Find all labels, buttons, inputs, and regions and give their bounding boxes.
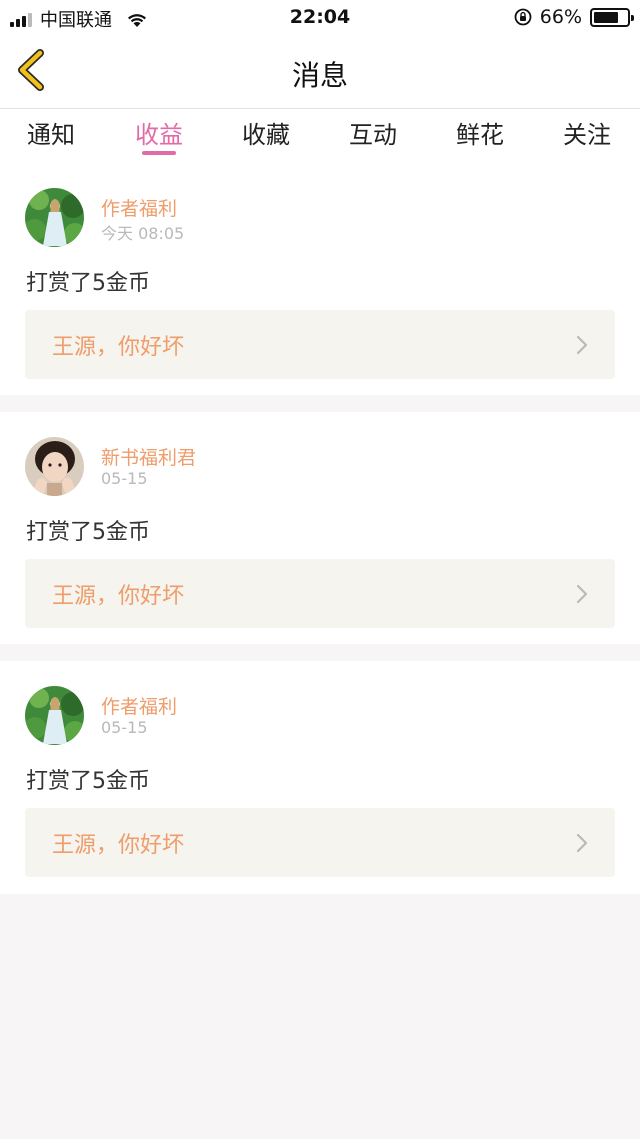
list-item: 新书福利君 05-15 打赏了5金币 王源，你好坏 <box>0 412 640 644</box>
tab-bar: 通知 收益 收藏 互动 鲜花 关注 <box>0 109 640 161</box>
timestamp: 05-15 <box>101 469 148 488</box>
reply-preview[interactable]: 王源，你好坏 <box>25 310 615 379</box>
screen: 中国联通 22:04 66% 消息 通知 收益 收藏 互动 鲜花 关注 作者福利… <box>0 0 640 1139</box>
chevron-right-icon <box>576 833 588 853</box>
reward-message: 打赏了5金币 <box>26 271 150 296</box>
battery-icon <box>590 7 634 27</box>
tab-earnings[interactable]: 收益 <box>119 115 199 150</box>
reply-text: 王源，你好坏 <box>52 584 185 609</box>
tab-favorites[interactable]: 收藏 <box>226 115 306 150</box>
active-tab-indicator <box>142 151 176 155</box>
status-bar: 中国联通 22:04 66% <box>0 0 640 34</box>
tab-following[interactable]: 关注 <box>547 115 627 150</box>
nav-bar: 消息 <box>0 34 640 109</box>
rotation-lock-icon <box>514 8 532 26</box>
list-item: 作者福利 05-15 打赏了5金币 王源，你好坏 <box>0 661 640 894</box>
reply-preview[interactable]: 王源，你好坏 <box>25 559 615 628</box>
battery-fill <box>594 11 618 23</box>
list-item: 作者福利 今天 08:05 打赏了5金币 王源，你好坏 <box>0 161 640 395</box>
author-name[interactable]: 作者福利 <box>101 692 177 719</box>
tab-notifications[interactable]: 通知 <box>11 115 91 150</box>
reply-preview[interactable]: 王源，你好坏 <box>25 808 615 877</box>
reward-message: 打赏了5金币 <box>26 769 150 794</box>
chevron-right-icon <box>576 584 588 604</box>
timestamp: 05-15 <box>101 718 148 737</box>
avatar[interactable] <box>25 188 84 247</box>
author-name[interactable]: 作者福利 <box>101 194 177 221</box>
status-right: 66% <box>514 6 634 28</box>
author-name[interactable]: 新书福利君 <box>101 443 196 470</box>
chevron-right-icon <box>576 335 588 355</box>
tab-interactions[interactable]: 互动 <box>333 115 413 150</box>
page-title: 消息 <box>291 59 348 92</box>
tab-flowers[interactable]: 鲜花 <box>440 115 520 150</box>
timestamp: 今天 08:05 <box>101 224 185 243</box>
reward-message: 打赏了5金币 <box>26 520 150 545</box>
reply-text: 王源，你好坏 <box>52 833 185 858</box>
battery-percent: 66% <box>539 6 582 28</box>
reply-text: 王源，你好坏 <box>52 335 185 360</box>
avatar[interactable] <box>25 437 84 496</box>
avatar[interactable] <box>25 686 84 745</box>
